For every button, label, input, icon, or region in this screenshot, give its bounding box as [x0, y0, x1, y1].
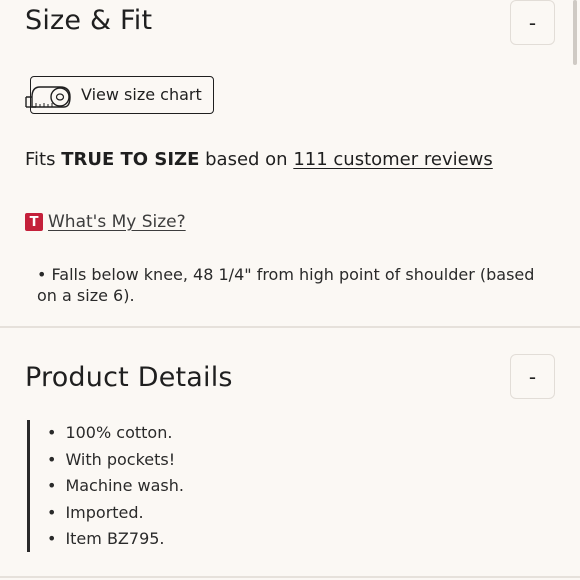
view-size-chart-label: View size chart [81, 85, 202, 104]
fit-value: TRUE TO SIZE [61, 149, 200, 170]
product-details-collapse-button[interactable]: - [510, 354, 555, 399]
section-divider [0, 326, 580, 328]
measuring-tape-icon [25, 86, 71, 108]
fit-summary: Fits TRUE TO SIZE based on 111 customer … [25, 149, 493, 170]
customer-reviews-link[interactable]: 111 customer reviews [293, 149, 492, 170]
list-item: Imported. [47, 500, 184, 527]
fit-middle: based on [199, 149, 294, 170]
section-divider [0, 576, 580, 578]
size-fit-title: Size & Fit [25, 5, 153, 36]
fit-note: • Falls below knee, 48 1/4" from high po… [37, 265, 535, 305]
minus-icon: - [528, 10, 537, 35]
whats-my-size-row[interactable]: T What's My Size? [25, 211, 186, 233]
minus-icon: - [528, 364, 537, 389]
size-fit-collapse-button[interactable]: - [510, 0, 555, 45]
product-details-title: Product Details [25, 362, 233, 393]
list-item: Machine wash. [47, 473, 184, 500]
whats-my-size-link[interactable]: What's My Size? [48, 212, 186, 232]
scrollbar[interactable] [573, 0, 577, 65]
list-item: With pockets! [47, 447, 184, 474]
view-size-chart-button[interactable]: View size chart [25, 76, 214, 114]
brand-t-icon: T [25, 213, 43, 231]
product-info-page: Size & Fit - View size chart Fits TRUE T… [0, 0, 580, 580]
product-details-list: 100% cotton. With pockets! Machine wash.… [27, 420, 184, 552]
fit-prefix: Fits [25, 149, 62, 170]
list-item: Item BZ795. [47, 526, 184, 553]
list-item: 100% cotton. [47, 420, 184, 447]
